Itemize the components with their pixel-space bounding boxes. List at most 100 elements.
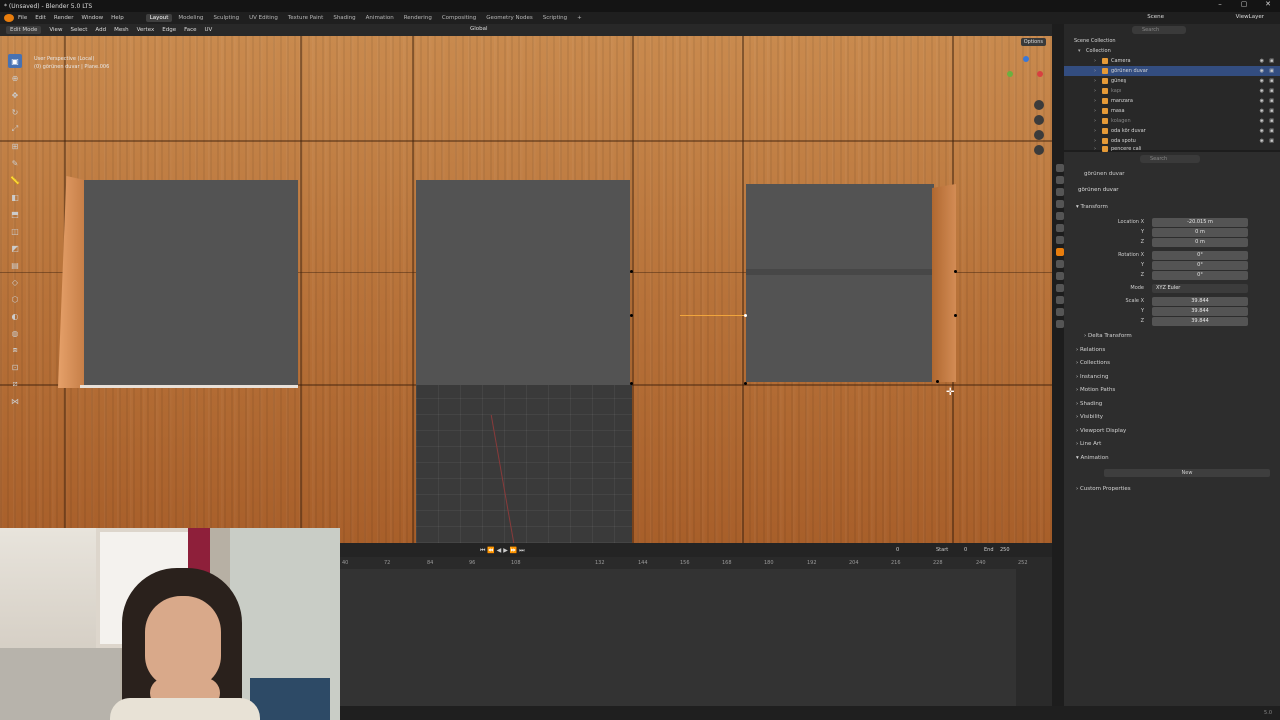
timeline-body[interactable] <box>340 569 1052 706</box>
expand-icon[interactable]: › <box>1094 128 1102 134</box>
rip-icon[interactable]: ⋈ <box>8 394 22 408</box>
navigation-gizmo[interactable] <box>1003 54 1047 98</box>
expand-icon[interactable]: › <box>1094 118 1102 124</box>
visibility-icon[interactable]: ◉ <box>1260 138 1264 144</box>
maximize-button[interactable]: ▢ <box>1232 0 1256 8</box>
smooth-icon[interactable]: ◍ <box>8 326 22 340</box>
vp-menu-mesh[interactable]: Mesh <box>114 27 128 33</box>
menu-window[interactable]: Window <box>81 15 103 21</box>
particles-tab-icon[interactable] <box>1056 272 1064 280</box>
selected-edge[interactable] <box>680 315 746 316</box>
shrink-icon[interactable]: ⊡ <box>8 360 22 374</box>
bevel-icon[interactable]: ◩ <box>8 241 22 255</box>
menu-render[interactable]: Render <box>54 15 74 21</box>
delta-transform-panel[interactable]: › Delta Transform <box>1084 333 1132 339</box>
transform-icon[interactable]: ⊞ <box>8 139 22 153</box>
end-field[interactable]: 250 <box>1000 547 1010 553</box>
render-icon[interactable]: ▣ <box>1269 108 1274 114</box>
transform-orientation[interactable]: Global <box>470 26 488 32</box>
visibility-icon[interactable]: ◉ <box>1260 128 1264 134</box>
vp-menu-view[interactable]: View <box>49 27 62 33</box>
properties-search-input[interactable]: Search <box>1140 155 1200 163</box>
vertex[interactable] <box>744 382 747 385</box>
edge-slide-icon[interactable]: ⧈ <box>8 343 22 357</box>
playback-controls-icon[interactable]: ⏮ ⏪ ◀ ▶ ⏩ ⏭ <box>480 547 525 555</box>
expand-icon[interactable]: › <box>1094 58 1102 64</box>
render-icon[interactable]: ▣ <box>1269 58 1274 64</box>
outliner-item[interactable]: › kolagen ◉ ▣ <box>1064 116 1280 126</box>
render-icon[interactable]: ▣ <box>1269 88 1274 94</box>
knife-icon[interactable]: ◇ <box>8 275 22 289</box>
expand-icon[interactable]: › <box>1094 88 1102 94</box>
rotation-x-field[interactable]: 0° <box>1152 251 1248 260</box>
location-x-field[interactable]: -20.015 m <box>1152 218 1248 227</box>
render-tab-icon[interactable] <box>1056 176 1064 184</box>
outliner-item[interactable]: › oda spotu ◉ ▣ <box>1064 136 1280 146</box>
tab-rendering[interactable]: Rendering <box>400 14 436 22</box>
vp-menu-vertex[interactable]: Vertex <box>137 27 155 33</box>
vertex-active[interactable] <box>744 314 747 317</box>
new-action-button[interactable]: New <box>1104 469 1270 477</box>
tab-compositing[interactable]: Compositing <box>438 14 480 22</box>
object-name-field[interactable]: görünen duvar <box>1078 187 1119 193</box>
view-layer-selector[interactable]: ViewLayer <box>1236 14 1264 20</box>
render-icon[interactable]: ▣ <box>1269 118 1274 124</box>
blender-logo-icon[interactable] <box>4 14 14 22</box>
tab-animation[interactable]: Animation <box>362 14 398 22</box>
shear-icon[interactable]: ⧄ <box>8 377 22 391</box>
current-frame-field[interactable]: 0 <box>896 547 899 553</box>
expand-icon[interactable]: ▾ <box>1078 48 1086 54</box>
tab-layout[interactable]: Layout <box>145 14 173 22</box>
expand-icon[interactable]: › <box>1094 138 1102 144</box>
scene-collection-row[interactable]: Scene Collection <box>1064 36 1280 46</box>
visibility-icon[interactable]: ◉ <box>1260 98 1264 104</box>
visibility-icon[interactable]: ◉ <box>1260 68 1264 74</box>
timeline-ruler[interactable]: 40 72 84 96 108 132 144 156 168 180 192 … <box>340 557 1052 569</box>
close-button[interactable]: ✕ <box>1256 0 1280 8</box>
cursor-icon[interactable]: ⊕ <box>8 71 22 85</box>
outliner-item[interactable]: › güneş ◉ ▣ <box>1064 76 1280 86</box>
tab-modeling[interactable]: Modeling <box>174 14 207 22</box>
object-tab-icon[interactable] <box>1056 248 1064 256</box>
zoom-icon[interactable] <box>1034 100 1044 110</box>
mode-selector[interactable]: Edit Mode <box>6 26 42 34</box>
expand-icon[interactable]: › <box>1094 98 1102 104</box>
camera-view-icon[interactable] <box>1034 130 1044 140</box>
render-icon[interactable]: ▣ <box>1269 138 1274 144</box>
shading-panel[interactable]: › Shading <box>1076 401 1102 407</box>
window-opening-left[interactable] <box>84 180 298 386</box>
tool-tab-icon[interactable] <box>1056 164 1064 172</box>
scene-tab-icon[interactable] <box>1056 212 1064 220</box>
data-tab-icon[interactable] <box>1056 308 1064 316</box>
visibility-icon[interactable]: ◉ <box>1260 88 1264 94</box>
vertex[interactable] <box>630 314 633 317</box>
scene-selector[interactable]: Scene <box>1147 14 1164 20</box>
outliner-item[interactable]: › kapı ◉ ▣ <box>1064 86 1280 96</box>
collection-tab-icon[interactable] <box>1056 236 1064 244</box>
visibility-icon[interactable]: ◉ <box>1260 78 1264 84</box>
menu-help[interactable]: Help <box>111 15 124 21</box>
scale-z-field[interactable]: 39.844 <box>1152 317 1248 326</box>
minimize-button[interactable]: – <box>1208 0 1232 8</box>
vp-menu-uv[interactable]: UV <box>205 27 213 33</box>
expand-icon[interactable]: › <box>1094 68 1102 74</box>
extrude-icon[interactable]: ⬒ <box>8 207 22 221</box>
measure-icon[interactable]: 📏 <box>8 173 22 187</box>
outliner-item[interactable]: › masa ◉ ▣ <box>1064 106 1280 116</box>
ortho-toggle-icon[interactable] <box>1034 145 1044 155</box>
tab-texture-paint[interactable]: Texture Paint <box>284 14 328 22</box>
tab-geometry-nodes[interactable]: Geometry Nodes <box>482 14 536 22</box>
rotation-z-field[interactable]: 0° <box>1152 271 1248 280</box>
vertex[interactable] <box>936 380 939 383</box>
outliner-item[interactable]: › görünen duvar ◉ ▣ <box>1064 66 1280 76</box>
motion-paths-panel[interactable]: › Motion Paths <box>1076 387 1115 393</box>
scale-icon[interactable]: ⤢ <box>8 122 22 136</box>
window-opening-right[interactable] <box>746 184 934 382</box>
poly-build-icon[interactable]: ⬡ <box>8 292 22 306</box>
instancing-panel[interactable]: › Instancing <box>1076 374 1108 380</box>
outliner-item[interactable]: › Camera ◉ ▣ <box>1064 56 1280 66</box>
relations-panel[interactable]: › Relations <box>1076 347 1105 353</box>
collection-row[interactable]: ▾ Collection <box>1064 46 1280 56</box>
visibility-panel[interactable]: › Visibility <box>1076 414 1103 420</box>
rotation-mode-select[interactable]: XYZ Euler <box>1152 284 1248 293</box>
